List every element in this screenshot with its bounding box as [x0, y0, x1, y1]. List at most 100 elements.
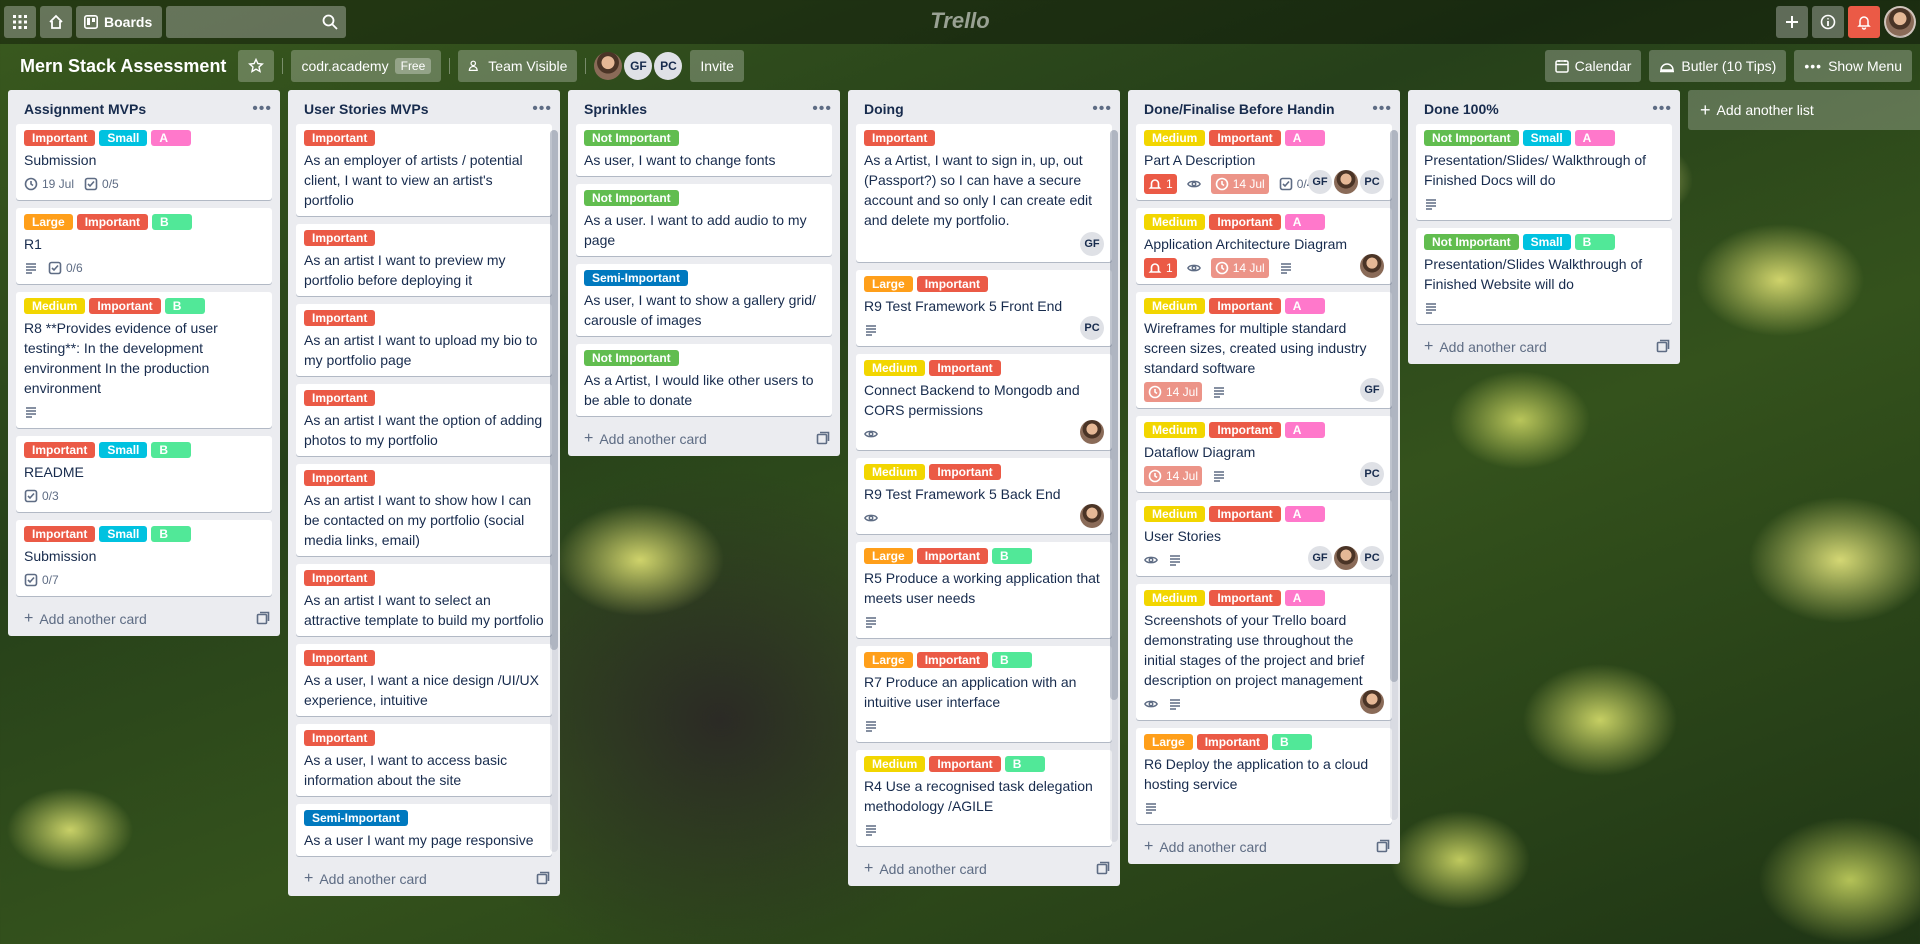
list-scrollbar[interactable]	[550, 130, 558, 852]
card-label[interactable]: Large	[864, 652, 913, 668]
card[interactable]: Medium Important A Dataflow Diagram 14 Jul PC	[1136, 416, 1392, 492]
calendar-button[interactable]: Calendar	[1544, 50, 1642, 82]
member-avatar-photo[interactable]	[1080, 420, 1104, 444]
card[interactable]: Not Important As a Artist, I would like o…	[576, 344, 832, 416]
card-label[interactable]: Important	[304, 230, 376, 246]
card[interactable]: Not Important As user, I want to change f…	[576, 124, 832, 176]
card[interactable]: Important Small B Submission 0/7	[16, 520, 272, 596]
card-label[interactable]: Important	[1209, 506, 1281, 522]
list-menu-dots-icon[interactable]: •••	[1652, 100, 1672, 118]
template-icon[interactable]	[816, 431, 830, 448]
card-label[interactable]: Important	[1209, 214, 1281, 230]
card-label[interactable]: B	[992, 548, 1033, 564]
card-label[interactable]: Important	[304, 130, 376, 146]
card-label[interactable]: Important	[916, 652, 989, 668]
butler-button[interactable]: Butler (10 Tips)	[1649, 50, 1787, 82]
list-menu-dots-icon[interactable]: •••	[532, 100, 552, 118]
card-label[interactable]: Medium	[1144, 590, 1206, 606]
card-label[interactable]: Medium	[864, 756, 926, 772]
card-label[interactable]: Important	[1209, 422, 1281, 438]
card-label[interactable]: A	[1284, 298, 1325, 314]
card-label[interactable]: A	[1284, 130, 1325, 146]
add-card-button[interactable]: + Add another card	[864, 860, 987, 878]
list-menu-dots-icon[interactable]: •••	[252, 100, 272, 118]
card-label[interactable]: Important	[929, 756, 1001, 772]
list-title[interactable]: Done/Finalise Before Handin	[1144, 101, 1335, 117]
template-icon[interactable]	[1376, 839, 1390, 856]
card[interactable]: Medium Important B R4 Use a recognised task…	[856, 750, 1112, 846]
list-scrollbar[interactable]	[1110, 130, 1118, 842]
member-avatar-pc[interactable]: PC	[654, 52, 683, 80]
card-label[interactable]: Small	[99, 130, 148, 146]
card[interactable]: Large Important B R6 Deploy the application…	[1136, 728, 1392, 824]
card[interactable]: Important As an employer of artists / pot…	[296, 124, 552, 216]
card-label[interactable]: Small	[99, 526, 148, 542]
list-header[interactable]: Done/Finalise Before Handin •••	[1128, 90, 1400, 124]
card-label[interactable]: Not Important	[584, 190, 679, 206]
card[interactable]: Important Small B README 0/3	[16, 436, 272, 512]
card[interactable]: Important As an artist I want to preview …	[296, 224, 552, 296]
card-label[interactable]: Medium	[1144, 130, 1206, 146]
card[interactable]: Important As an artist I want to show how…	[296, 464, 552, 556]
card-label[interactable]: Important	[24, 442, 96, 458]
member-avatar[interactable]: GF	[1308, 546, 1332, 570]
card-label[interactable]: Important	[916, 276, 989, 292]
add-card-button[interactable]: + Add another card	[1424, 338, 1547, 356]
add-card-button[interactable]: + Add another card	[1144, 838, 1267, 856]
card-label[interactable]: A	[1284, 422, 1325, 438]
member-avatar[interactable]: PC	[1360, 462, 1384, 486]
card-label[interactable]: Medium	[1144, 298, 1206, 314]
list-menu-dots-icon[interactable]: •••	[812, 100, 832, 118]
visibility-button[interactable]: Team Visible	[458, 50, 578, 82]
card[interactable]: Important As a user, I want a nice design…	[296, 644, 552, 716]
scrollbar-thumb[interactable]	[550, 130, 558, 650]
card[interactable]: Not Important As a user. I want to add au…	[576, 184, 832, 256]
member-avatar[interactable]: PC	[1360, 170, 1384, 194]
card[interactable]: Medium Important A User Stories GF PC	[1136, 500, 1392, 576]
card-label[interactable]: Not Important	[1424, 130, 1519, 146]
card-label[interactable]: Important	[89, 298, 161, 314]
card-label[interactable]: A	[151, 130, 192, 146]
card-label[interactable]: B	[1004, 756, 1045, 772]
card-label[interactable]: Important	[929, 464, 1001, 480]
card-label[interactable]: Small	[1522, 234, 1571, 250]
card[interactable]: Medium Important A Wireframes for multiple …	[1136, 292, 1392, 408]
card-label[interactable]: B	[151, 442, 192, 458]
card[interactable]: Medium Important A Part A Description 1 14 Ju…	[1136, 124, 1392, 200]
card[interactable]: Important As a user, I want to access bas…	[296, 724, 552, 796]
card-label[interactable]: Not Important	[584, 130, 679, 146]
list-menu-dots-icon[interactable]: •••	[1372, 100, 1392, 118]
card-label[interactable]: A	[1574, 130, 1615, 146]
template-icon[interactable]	[536, 871, 550, 888]
card-label[interactable]: Large	[864, 276, 913, 292]
member-avatar[interactable]: PC	[1360, 546, 1384, 570]
card-label[interactable]: Important	[864, 130, 936, 146]
card[interactable]: Medium Important A Application Architecture…	[1136, 208, 1392, 284]
list-header[interactable]: User Stories MVPs •••	[288, 90, 560, 124]
scrollbar-thumb[interactable]	[1390, 130, 1398, 682]
member-avatar-photo[interactable]	[1334, 170, 1358, 194]
card-label[interactable]: Important	[929, 360, 1001, 376]
scrollbar-thumb[interactable]	[1110, 130, 1118, 700]
card-label[interactable]: Important	[304, 650, 376, 666]
card-label[interactable]: Large	[864, 548, 913, 564]
card-label[interactable]: B	[1574, 234, 1615, 250]
workspace-button[interactable]: codr.academy Free	[291, 50, 442, 82]
show-menu-button[interactable]: ••• Show Menu	[1794, 50, 1912, 82]
member-avatar[interactable]: PC	[1080, 316, 1104, 340]
card-label[interactable]: Medium	[864, 464, 926, 480]
card[interactable]: Semi-Important As a user I want my page r…	[296, 804, 552, 856]
member-avatar-photo[interactable]	[1360, 254, 1384, 278]
card-label[interactable]: Small	[99, 442, 148, 458]
template-icon[interactable]	[256, 611, 270, 628]
card-label[interactable]: B	[164, 298, 205, 314]
info-icon[interactable]	[1812, 6, 1844, 38]
card-label[interactable]: Important	[76, 214, 149, 230]
board-title[interactable]: Mern Stack Assessment	[20, 56, 226, 77]
card-label[interactable]: Medium	[24, 298, 86, 314]
member-avatar-photo[interactable]	[1334, 546, 1358, 570]
card-label[interactable]: Medium	[1144, 506, 1206, 522]
member-avatar-photo[interactable]	[1080, 504, 1104, 528]
member-avatar[interactable]: GF	[1308, 170, 1332, 194]
card[interactable]: Large Important B R1 0/6	[16, 208, 272, 284]
